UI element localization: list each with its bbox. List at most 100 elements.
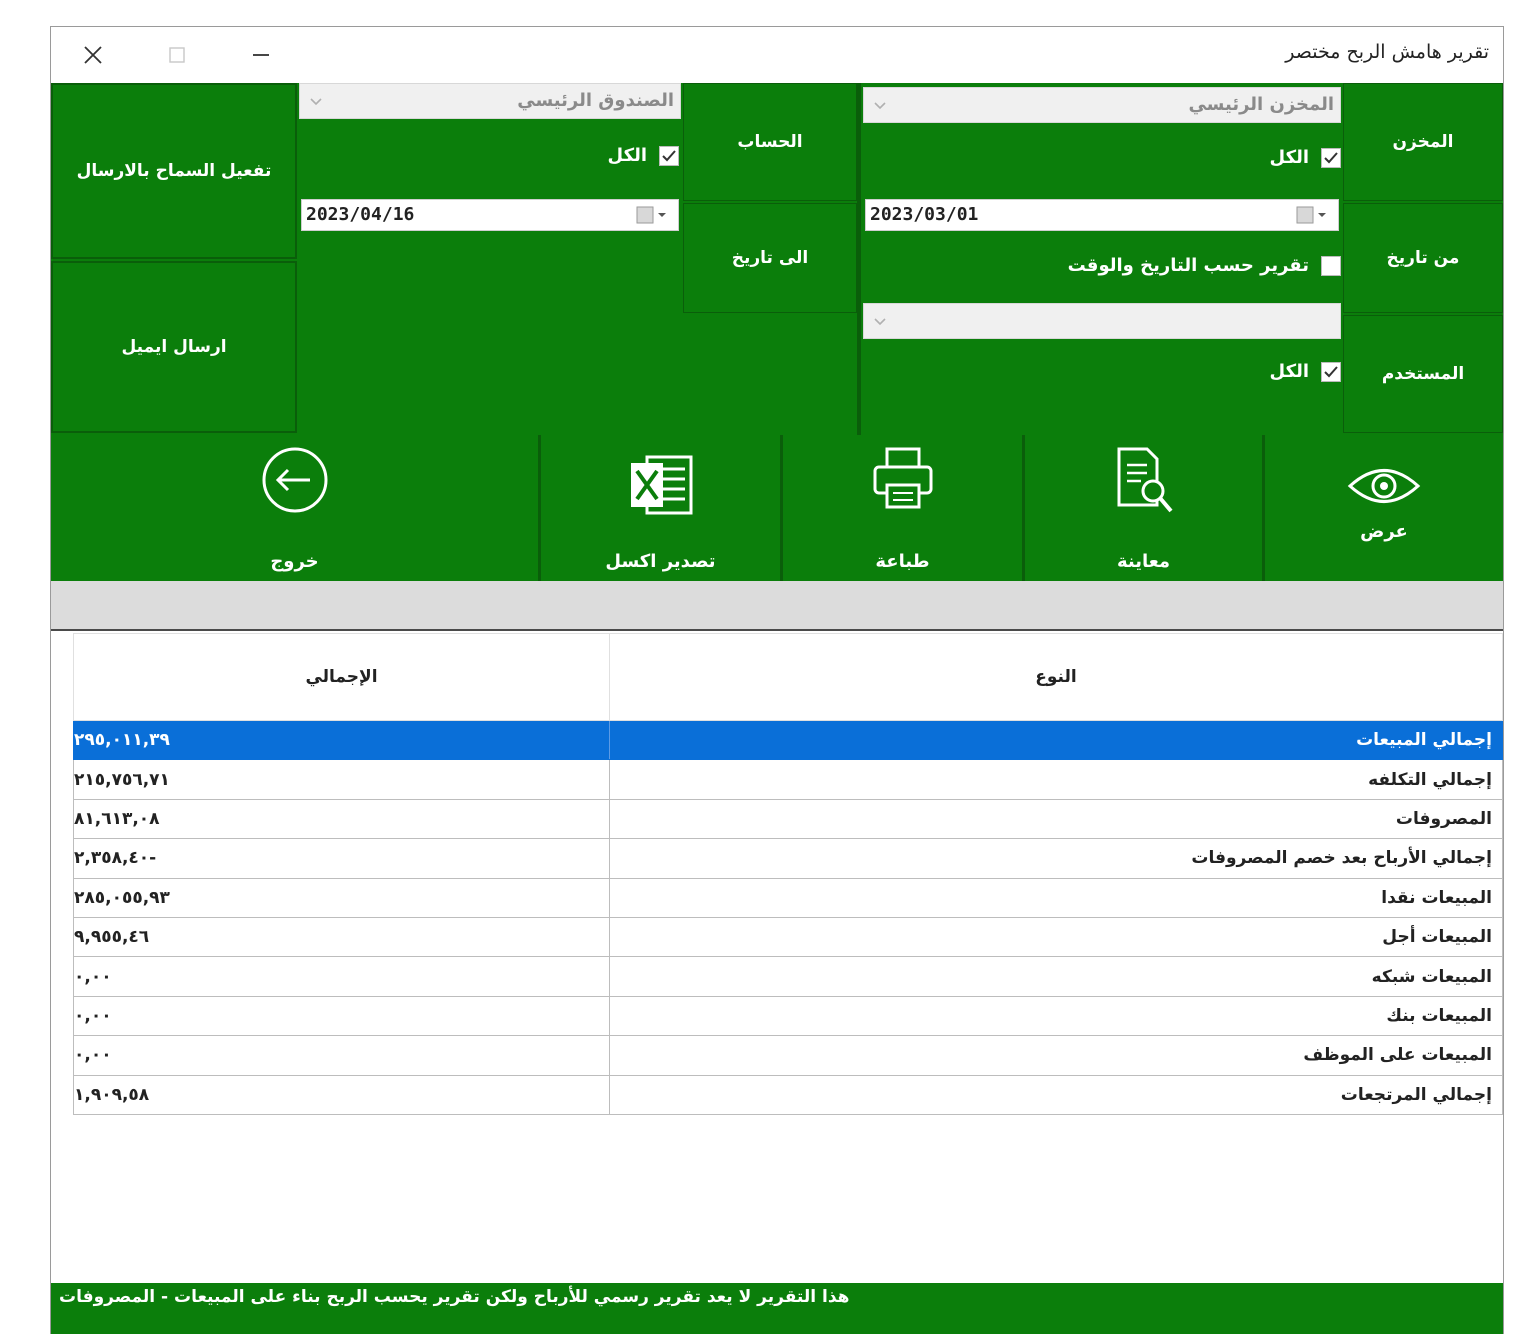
view-label: عرض xyxy=(1360,521,1408,542)
view-button[interactable]: عرض xyxy=(1265,435,1503,581)
store-select-value: المخزن الرئيسي xyxy=(1188,94,1334,115)
check-icon xyxy=(1324,151,1338,163)
cell-total[interactable]: ١,٩٠٩,٥٨ xyxy=(74,1075,610,1114)
print-button[interactable]: طباعة xyxy=(783,435,1025,581)
table-row[interactable]: -٢,٣٥٨,٤٠ إجمالي الأرباح بعد خصم المصروفا… xyxy=(73,839,1503,879)
store-all-checkbox[interactable]: الكل xyxy=(1270,147,1341,168)
calendar-dropdown-icon[interactable] xyxy=(636,205,670,225)
cell-type[interactable]: المبيعات نقدا xyxy=(610,879,1502,917)
preview-button[interactable]: معاينة xyxy=(1025,435,1265,581)
account-all-checkbox[interactable]: الكل xyxy=(608,145,679,166)
account-label: الحساب xyxy=(683,83,857,201)
chevron-down-icon xyxy=(874,102,886,110)
cell-total[interactable]: ٠,٠٠ xyxy=(74,996,610,1036)
exit-arrow-icon xyxy=(262,447,327,513)
account-select-value: الصندوق الرئيسي xyxy=(517,90,674,111)
cell-type[interactable]: المبيعات أجل xyxy=(610,918,1502,956)
user-label: المستخدم xyxy=(1343,315,1503,433)
user-select[interactable] xyxy=(863,303,1341,339)
printer-icon xyxy=(873,447,932,509)
exit-button[interactable]: خروج xyxy=(51,435,541,581)
footer-note: هذا التقرير لا يعد تقرير رسمي للأرباح ول… xyxy=(59,1287,850,1307)
footer-bar: هذا التقرير لا يعد تقرير رسمي للأرباح ول… xyxy=(51,1283,1503,1334)
checkbox-box[interactable] xyxy=(1321,255,1341,276)
eye-icon xyxy=(1347,469,1421,503)
table-row[interactable]: ٠,٠٠ المبيعات بنك xyxy=(73,996,1503,1037)
table-row[interactable]: ١,٩٠٩,٥٨ إجمالي المرتجعات xyxy=(73,1075,1503,1115)
cell-type[interactable]: المصروفات xyxy=(610,800,1502,838)
grid-body: ٢٩٥,٠١١,٣٩ إجمالي المبيعات ٢١٥,٧٥٦,٧١ إجمال… xyxy=(73,721,1503,1115)
grid-header: الإجمالي النوع xyxy=(73,633,1503,721)
export-excel-button[interactable]: تصدير اكسل xyxy=(541,435,783,581)
checkbox-box[interactable] xyxy=(1321,147,1341,168)
to-date-label: الى تاريخ xyxy=(683,203,857,313)
store-select[interactable]: المخزن الرئيسي xyxy=(863,87,1341,123)
to-date-value: 2023/04/16 xyxy=(306,204,415,225)
from-date-value: 2023/03/01 xyxy=(870,204,979,225)
window-title: تقرير هامش الربح مختصر xyxy=(1285,41,1489,63)
table-row[interactable]: ٢٨٥,٠٥٥,٩٣ المبيعات نقدا xyxy=(73,878,1503,918)
table-row[interactable]: ٠,٠٠ المبيعات شبكه xyxy=(73,957,1503,997)
close-button[interactable] xyxy=(71,35,115,75)
print-label: طباعة xyxy=(875,551,930,572)
column-header-total[interactable]: الإجمالي xyxy=(74,634,610,720)
profit-summary-grid[interactable]: الإجمالي النوع ٢٩٥,٠١١,٣٩ إجمالي المبيعات… xyxy=(73,633,1503,1115)
minimize-button[interactable] xyxy=(239,35,283,75)
cell-total[interactable]: ٢٩٥,٠١١,٣٩ xyxy=(74,721,610,760)
action-toolbar: خروج تصدير اكسل طباعة معاينة عرض xyxy=(51,435,1503,581)
maximize-icon xyxy=(169,47,185,63)
from-date-label: من تاريخ xyxy=(1343,203,1503,313)
chevron-down-icon xyxy=(310,98,322,106)
to-date-picker[interactable]: 2023/04/16 xyxy=(301,199,679,231)
cell-total[interactable]: ٢٨٥,٠٥٥,٩٣ xyxy=(74,878,610,917)
cell-type[interactable]: المبيعات بنك xyxy=(610,997,1502,1035)
maximize-button[interactable] xyxy=(155,35,199,75)
user-all-checkbox[interactable]: الكل xyxy=(1270,361,1341,382)
account-select[interactable]: الصندوق الرئيسي xyxy=(299,83,681,119)
account-all-label: الكل xyxy=(607,145,647,166)
table-row[interactable]: ٠,٠٠ المبيعات على الموظف xyxy=(73,1036,1503,1076)
enable-send-button[interactable]: تفعيل السماح بالارسال xyxy=(51,83,297,259)
datetime-report-label: تقرير حسب التاريخ والوقت xyxy=(1067,255,1309,276)
preview-label: معاينة xyxy=(1116,551,1171,572)
table-row[interactable]: ٢٩٥,٠١١,٣٩ إجمالي المبيعات xyxy=(73,721,1503,761)
checkbox-box[interactable] xyxy=(1321,361,1341,382)
export-excel-label: تصدير اكسل xyxy=(605,551,716,572)
cell-type[interactable]: المبيعات على الموظف xyxy=(610,1036,1502,1074)
cell-type[interactable]: إجمالي المرتجعات xyxy=(610,1076,1502,1114)
send-email-button[interactable]: ارسال ايميل xyxy=(51,261,297,433)
excel-icon xyxy=(630,455,692,515)
datetime-report-checkbox[interactable]: تقرير حسب التاريخ والوقت xyxy=(1068,255,1341,276)
user-all-label: الكل xyxy=(1269,361,1309,382)
check-icon xyxy=(662,149,676,161)
store-label: المخزن xyxy=(1343,83,1503,201)
cell-type[interactable]: إجمالي الأرباح بعد خصم المصروفات xyxy=(610,839,1502,877)
report-window: تقرير هامش الربح مختصر المخزن من تاريخ ا… xyxy=(50,26,1504,1334)
column-header-type[interactable]: النوع xyxy=(610,634,1502,720)
table-row[interactable]: ٩,٩٥٥,٤٦ المبيعات أجل xyxy=(73,917,1503,958)
title-bar: تقرير هامش الربح مختصر xyxy=(51,27,1503,83)
cell-total[interactable]: ٢١٥,٧٥٦,٧١ xyxy=(74,760,610,799)
calendar-dropdown-icon[interactable] xyxy=(1296,205,1330,225)
exit-label: خروج xyxy=(270,551,319,572)
close-icon xyxy=(84,46,102,64)
cell-total[interactable]: ٩,٩٥٥,٤٦ xyxy=(74,917,610,957)
store-all-label: الكل xyxy=(1269,147,1309,168)
filter-panel: المخزن من تاريخ المستخدم المخزن الرئيسي … xyxy=(51,83,1503,435)
cell-total[interactable]: ٨١,٦١٣,٠٨ xyxy=(74,799,610,839)
cell-total[interactable]: ٠,٠٠ xyxy=(74,1036,610,1075)
cell-type[interactable]: المبيعات شبكه xyxy=(610,957,1502,995)
document-search-icon xyxy=(1117,447,1173,513)
table-row[interactable]: ٨١,٦١٣,٠٨ المصروفات xyxy=(73,799,1503,840)
cell-type[interactable]: إجمالي المبيعات xyxy=(610,721,1502,759)
minimize-icon xyxy=(253,54,269,56)
separator-bar xyxy=(51,581,1503,631)
checkbox-box[interactable] xyxy=(659,145,679,166)
panel-divider xyxy=(857,83,861,435)
from-date-picker[interactable]: 2023/03/01 xyxy=(865,199,1339,231)
table-row[interactable]: ٢١٥,٧٥٦,٧١ إجمالي التكلفه xyxy=(73,760,1503,800)
check-icon xyxy=(1324,365,1338,377)
cell-total[interactable]: -٢,٣٥٨,٤٠ xyxy=(74,839,610,878)
cell-type[interactable]: إجمالي التكلفه xyxy=(610,760,1502,798)
cell-total[interactable]: ٠,٠٠ xyxy=(74,957,610,996)
